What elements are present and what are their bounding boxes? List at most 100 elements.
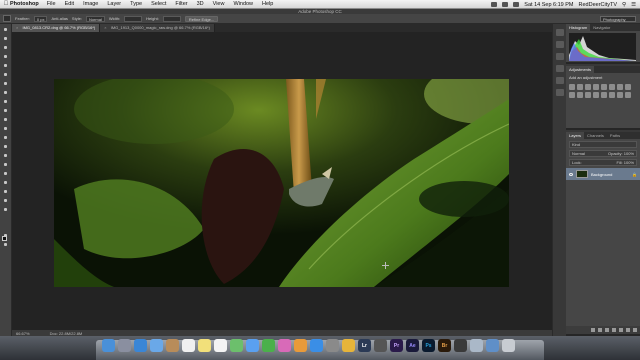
itunes-icon[interactable] <box>278 339 291 352</box>
canvas-area[interactable] <box>12 32 552 330</box>
close-icon[interactable]: × <box>16 25 18 30</box>
layer-filter-select[interactable]: Kind <box>569 141 637 148</box>
notes-icon[interactable] <box>198 339 211 352</box>
dodge-tool-icon[interactable] <box>2 144 9 150</box>
path-select-tool-icon[interactable] <box>2 171 9 177</box>
menu-image[interactable]: Image <box>83 1 98 7</box>
blend-mode-select[interactable]: Normal Opacity: 100% <box>569 150 637 157</box>
ibooks-icon[interactable] <box>294 339 307 352</box>
lightroom-icon[interactable]: Lr <box>358 339 371 352</box>
type-tool-icon[interactable] <box>2 162 9 168</box>
menu-3d[interactable]: 3D <box>197 1 204 7</box>
width-input[interactable] <box>124 15 143 22</box>
tab-document-1[interactable]: × IMG_0813.CR2.dng @ 66.7% (RGB/16*) <box>12 24 101 32</box>
menu-view[interactable]: View <box>213 1 225 7</box>
clone-stamp-tool-icon[interactable] <box>2 99 9 105</box>
new-layer-icon[interactable] <box>626 328 630 332</box>
reminders-icon[interactable] <box>214 339 227 352</box>
menu-file[interactable]: File <box>47 1 56 7</box>
opacity-value[interactable]: Opacity: 100% <box>608 151 634 156</box>
document-image[interactable] <box>54 79 509 287</box>
channel-mixer-icon[interactable] <box>577 92 583 98</box>
history-panel-icon[interactable] <box>555 29 564 36</box>
trash-icon[interactable] <box>633 328 637 332</box>
lasso-tool-icon[interactable] <box>2 45 9 51</box>
mask-icon[interactable] <box>605 328 609 332</box>
aperture-icon[interactable] <box>374 339 387 352</box>
close-icon[interactable]: × <box>104 25 106 30</box>
after-effects-icon[interactable]: Ae <box>406 339 419 352</box>
quick-select-tool-icon[interactable] <box>2 54 9 60</box>
wifi-icon[interactable] <box>491 2 498 7</box>
search-icon[interactable]: ⚲ <box>622 2 626 8</box>
refine-edge-button[interactable]: Refine Edge... <box>184 15 219 22</box>
properties-panel-icon[interactable] <box>555 53 564 60</box>
tab-paths[interactable]: Paths <box>607 132 623 139</box>
premiere-icon[interactable]: Pr <box>390 339 403 352</box>
tab-histogram[interactable]: Histogram <box>566 24 591 31</box>
user-name[interactable]: RedDeerCityTV <box>579 2 618 8</box>
zoom-level[interactable]: 66.67% <box>16 331 30 336</box>
zoom-tool-icon[interactable] <box>2 198 9 204</box>
paragraph-panel-icon[interactable] <box>555 89 564 96</box>
menu-filter[interactable]: Filter <box>175 1 187 7</box>
threshold-icon[interactable] <box>609 92 615 98</box>
rectangle-tool-icon[interactable] <box>2 180 9 186</box>
info-panel-icon[interactable] <box>555 65 564 72</box>
healing-brush-tool-icon[interactable] <box>2 81 9 87</box>
apple-icon[interactable]:  <box>2 1 10 7</box>
posterize-icon[interactable] <box>601 92 607 98</box>
menu-help[interactable]: Help <box>262 1 273 7</box>
preview-icon[interactable] <box>470 339 483 352</box>
fill-value[interactable]: Fill: 100% <box>616 160 634 165</box>
finder-icon[interactable] <box>102 339 115 352</box>
invert-icon[interactable] <box>593 92 599 98</box>
tab-navigator[interactable]: Navigator <box>590 24 613 31</box>
brightness-icon[interactable] <box>569 84 575 90</box>
facetime-icon[interactable] <box>262 339 275 352</box>
link-icon[interactable] <box>591 328 595 332</box>
photo-filter-icon[interactable] <box>569 92 575 98</box>
vibrance-icon[interactable] <box>601 84 607 90</box>
app-menu[interactable]: Photoshop <box>10 1 39 7</box>
maps-icon[interactable] <box>230 339 243 352</box>
mail-icon[interactable] <box>150 339 163 352</box>
clock[interactable]: Sat 14 Sep 6:19 PM <box>524 2 573 8</box>
curves-icon[interactable] <box>585 84 591 90</box>
launchpad-icon[interactable] <box>118 339 131 352</box>
tab-adjustments[interactable]: Adjustments <box>566 66 595 73</box>
color-lookup-icon[interactable] <box>585 92 591 98</box>
visibility-eye-icon[interactable] <box>569 172 573 176</box>
blur-tool-icon[interactable] <box>2 135 9 141</box>
workspace-select[interactable]: Photography <box>600 16 636 22</box>
menu-layer[interactable]: Layer <box>107 1 121 7</box>
pen-tool-icon[interactable] <box>2 153 9 159</box>
style-select[interactable]: Normal <box>85 15 105 22</box>
media-encoder-icon[interactable] <box>454 339 467 352</box>
photoshop-icon[interactable]: Ps <box>422 339 435 352</box>
levels-icon[interactable] <box>577 84 583 90</box>
menu-type[interactable]: Type <box>130 1 142 7</box>
tab-document-2[interactable]: × IMG_1913_Q0000_magic_raw.dng @ 66.7% (… <box>100 24 215 32</box>
tab-channels[interactable]: Channels <box>584 132 607 139</box>
character-panel-icon[interactable] <box>555 77 564 84</box>
system-preferences-icon[interactable] <box>326 339 339 352</box>
brush-tool-icon[interactable] <box>2 90 9 96</box>
eyedropper-tool-icon[interactable] <box>2 72 9 78</box>
marquee-tool-icon[interactable] <box>3 15 11 22</box>
move-tool-icon[interactable] <box>2 27 9 33</box>
history-brush-tool-icon[interactable] <box>2 108 9 114</box>
battery-icon[interactable] <box>513 2 520 7</box>
safari-icon[interactable] <box>134 339 147 352</box>
trash-icon[interactable] <box>502 339 515 352</box>
hue-saturation-icon[interactable] <box>609 84 615 90</box>
hand-tool-icon[interactable] <box>2 189 9 195</box>
app-store-icon[interactable] <box>310 339 323 352</box>
downloads-icon[interactable] <box>486 339 499 352</box>
menu-window[interactable]: Window <box>233 1 253 7</box>
selective-color-icon[interactable] <box>625 92 631 98</box>
exposure-icon[interactable] <box>593 84 599 90</box>
height-input[interactable] <box>162 15 181 22</box>
crop-tool-icon[interactable] <box>2 63 9 69</box>
tab-layers[interactable]: Layers <box>566 132 585 139</box>
